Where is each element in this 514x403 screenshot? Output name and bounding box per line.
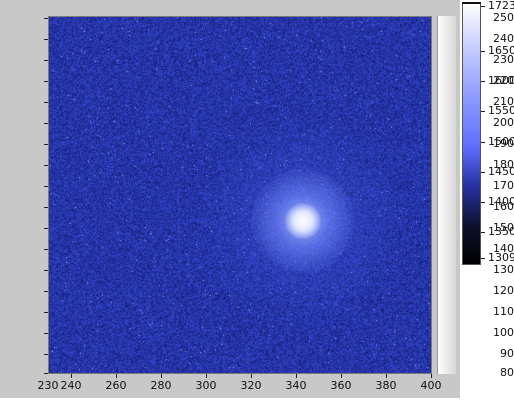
y-tick bbox=[44, 39, 48, 40]
colorbar-label: 1350 bbox=[488, 225, 514, 238]
y-tick bbox=[44, 207, 48, 208]
colorbar-label: 1400 bbox=[488, 195, 514, 208]
colorbar-top-cap bbox=[462, 2, 481, 4]
x-tick-label: 280 bbox=[150, 379, 172, 392]
colorbar-tick bbox=[481, 202, 485, 203]
y-tick bbox=[44, 102, 48, 103]
colorbar-tick bbox=[481, 111, 485, 112]
colorbar-label: 1650 bbox=[488, 44, 514, 57]
y-tick bbox=[44, 186, 48, 187]
y-tick bbox=[44, 228, 48, 229]
x-tick-label: 360 bbox=[330, 379, 352, 392]
y-tick-label: 110 bbox=[493, 305, 514, 318]
x-tick-label: 300 bbox=[195, 379, 217, 392]
x-tick-label: 380 bbox=[375, 379, 397, 392]
x-tick-label: 340 bbox=[285, 379, 307, 392]
x-tick bbox=[71, 374, 72, 378]
y-tick-label: 100 bbox=[493, 326, 514, 339]
colorbar-label: 1309 bbox=[488, 251, 514, 264]
x-tick bbox=[431, 374, 432, 378]
x-tick bbox=[296, 374, 297, 378]
y-tick bbox=[44, 18, 48, 19]
x-tick bbox=[251, 374, 252, 378]
colorbar-label: 1500 bbox=[488, 135, 514, 148]
x-tick-label: 260 bbox=[105, 379, 127, 392]
plot-scroll-strip[interactable] bbox=[437, 16, 456, 374]
colorbar-label: 1550 bbox=[488, 104, 514, 117]
colorbar-tick bbox=[481, 172, 485, 173]
colorbar-tick bbox=[481, 258, 485, 259]
colorbar-label: 1450 bbox=[488, 165, 514, 178]
x-tick bbox=[386, 374, 387, 378]
y-tick bbox=[44, 312, 48, 313]
x-tick bbox=[341, 374, 342, 378]
x-tick-label: 400 bbox=[420, 379, 442, 392]
x-tick bbox=[116, 374, 117, 378]
colorbar[interactable] bbox=[462, 3, 481, 265]
x-tick-label: 320 bbox=[240, 379, 262, 392]
y-tick bbox=[44, 333, 48, 334]
y-tick-label: 80 bbox=[500, 366, 514, 379]
y-tick bbox=[44, 165, 48, 166]
colorbar-label: 1600 bbox=[488, 74, 514, 87]
y-tick bbox=[44, 144, 48, 145]
y-tick bbox=[44, 373, 48, 374]
colorbar-tick bbox=[481, 6, 485, 7]
x-tick-label: 240 bbox=[60, 379, 82, 392]
y-tick bbox=[44, 81, 48, 82]
colorbar-tick bbox=[481, 81, 485, 82]
y-tick bbox=[44, 291, 48, 292]
plot-border bbox=[48, 16, 432, 374]
colorbar-tick bbox=[481, 142, 485, 143]
colorbar-tick bbox=[481, 51, 485, 52]
colorbar-tick bbox=[481, 232, 485, 233]
y-tick bbox=[44, 60, 48, 61]
y-tick bbox=[44, 123, 48, 124]
x-tick bbox=[161, 374, 162, 378]
x-tick bbox=[206, 374, 207, 378]
y-tick bbox=[44, 354, 48, 355]
y-tick bbox=[44, 270, 48, 271]
y-tick-label: 120 bbox=[493, 284, 514, 297]
y-tick bbox=[44, 249, 48, 250]
colorbar-label: 1723 bbox=[488, 0, 514, 12]
y-tick-label: 90 bbox=[500, 347, 514, 360]
y-tick-label: 130 bbox=[493, 263, 514, 276]
